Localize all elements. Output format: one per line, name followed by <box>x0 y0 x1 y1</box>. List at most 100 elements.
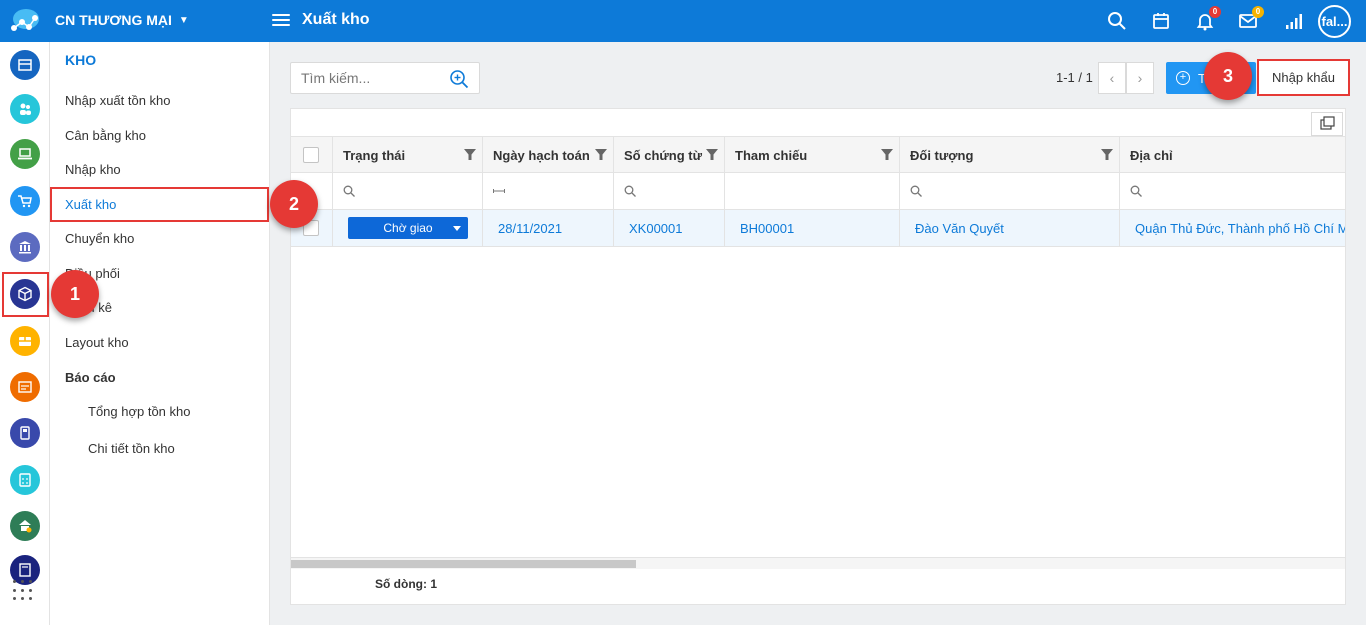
search-icon <box>624 185 636 197</box>
asset-icon[interactable] <box>10 511 40 541</box>
column-title: Trạng thái <box>343 147 406 163</box>
mail-badge: 0 <box>1252 6 1264 18</box>
select-all-checkbox[interactable] <box>303 147 319 163</box>
cell-trang-thai: Chờ giao <box>333 210 483 246</box>
search-box <box>290 62 480 94</box>
sidebar-item-nhap-xuat-ton-kho[interactable]: Nhập xuất tồn kho <box>65 93 171 108</box>
pager-info: 1-1 / 1 <box>1056 70 1093 85</box>
notification-badge: 0 <box>1209 6 1221 18</box>
filter-doi-tuong[interactable] <box>900 173 1120 209</box>
filter-funnel-icon[interactable] <box>1101 149 1113 161</box>
mail-button[interactable]: 0 <box>1238 6 1264 31</box>
menu-heading: KHO <box>65 52 97 68</box>
sidebar-item-chi-tiet-ton-kho[interactable]: Chi tiết tồn kho <box>88 441 175 456</box>
column-header-dia-chi[interactable]: Địa chỉ <box>1120 137 1345 173</box>
search-icon <box>343 185 355 197</box>
table-row[interactable]: Chờ giao 28/11/2021 XK00001 BH00001 Đào … <box>291 210 1345 247</box>
column-header-trang-thai[interactable]: Trạng thái <box>333 137 483 173</box>
grid-header-row: Trạng thái Ngày hạch toán Số chứng từ Th… <box>291 136 1345 173</box>
sidebar-item-layout-kho[interactable]: Layout kho <box>65 335 129 350</box>
filter-funnel-icon[interactable] <box>881 149 893 161</box>
chevron-down-icon: ▼ <box>178 14 189 26</box>
chevron-right-icon: › <box>1137 70 1143 86</box>
top-bar: CN THƯƠNG MẠI ▼ Xuất kho 0 0 fal... <box>0 0 1366 42</box>
payroll-icon[interactable] <box>10 418 40 448</box>
import-button[interactable]: Nhập khẩu <box>1257 59 1350 96</box>
column-title: Đối tượng <box>910 147 974 163</box>
sidebar-section-bao-cao: Báo cáo <box>65 370 116 385</box>
column-settings-icon <box>1320 116 1335 130</box>
next-page-button[interactable]: › <box>1126 62 1154 94</box>
column-header-doi-tuong[interactable]: Đối tượng <box>900 137 1120 173</box>
apps-grid-icon[interactable] <box>13 580 35 602</box>
package-icon[interactable] <box>10 326 40 356</box>
cell-tham-chieu[interactable]: BH00001 <box>725 210 900 246</box>
filter-trang-thai[interactable] <box>333 173 483 209</box>
signal-icon[interactable] <box>1284 11 1304 31</box>
sidebar-item-xuat-kho[interactable]: Xuất kho <box>65 197 116 212</box>
filter-tham-chieu[interactable] <box>725 173 900 209</box>
status-label: Chờ giao <box>383 221 433 235</box>
date-range-icon <box>493 189 505 193</box>
data-grid: Trạng thái Ngày hạch toán Số chứng từ Th… <box>290 108 1346 605</box>
prev-page-button[interactable]: ‹ <box>1098 62 1126 94</box>
customers-icon[interactable] <box>10 94 40 124</box>
cell-ngay-hach-toan[interactable]: 28/11/2021 <box>483 210 614 246</box>
sidebar-item-nhap-kho[interactable]: Nhập kho <box>65 162 121 177</box>
filter-funnel-icon[interactable] <box>464 149 476 161</box>
menu-toggle-icon[interactable] <box>272 11 290 29</box>
row-count: Số dòng: 1 <box>375 577 437 591</box>
search-input[interactable] <box>291 63 441 93</box>
caret-down-icon <box>453 226 461 231</box>
branch-selector[interactable]: CN THƯƠNG MẠI ▼ <box>55 12 189 28</box>
filter-funnel-icon[interactable] <box>595 149 607 161</box>
column-header-ngay-hach-toan[interactable]: Ngày hạch toán <box>483 137 614 173</box>
column-chooser-button[interactable] <box>1311 112 1343 136</box>
search-icon <box>1130 185 1142 197</box>
column-header-so-chung-tu[interactable]: Số chứng từ <box>614 137 725 173</box>
notification-bell[interactable]: 0 <box>1195 6 1221 31</box>
sidebar-menu: KHO Nhập xuất tồn kho Cân bằng kho Nhập … <box>50 42 270 625</box>
column-title: Địa chỉ <box>1130 147 1173 163</box>
column-header-tham-chieu[interactable]: Tham chiếu <box>725 137 900 173</box>
filter-dia-chi[interactable] <box>1120 173 1345 209</box>
calendar-icon[interactable] <box>1151 11 1171 31</box>
bank-icon[interactable] <box>10 232 40 262</box>
invoice-icon[interactable] <box>10 372 40 402</box>
sidebar-item-tong-hop-ton-kho[interactable]: Tổng hợp tồn kho <box>88 404 190 419</box>
laptop-icon[interactable] <box>10 139 40 169</box>
grid-filter-row <box>291 173 1345 210</box>
filter-so-chung-tu[interactable] <box>614 173 725 209</box>
zoom-search-icon[interactable] <box>449 69 469 89</box>
filter-funnel-icon[interactable] <box>706 149 718 161</box>
step-callout-2: 2 <box>270 180 318 228</box>
rail-highlight-box <box>2 272 49 317</box>
step-callout-3: 3 <box>1204 52 1252 100</box>
column-title: Số chứng từ <box>624 147 703 163</box>
app-logo-icon[interactable] <box>6 6 42 36</box>
column-title: Ngày hạch toán <box>493 147 590 163</box>
column-title: Tham chiếu <box>735 147 808 163</box>
module-rail <box>0 42 50 625</box>
chevron-left-icon: ‹ <box>1109 70 1115 86</box>
cell-doi-tuong[interactable]: Đào Văn Quyết <box>900 210 1120 246</box>
cart-icon[interactable] <box>10 186 40 216</box>
store-icon[interactable] <box>10 50 40 80</box>
status-dropdown[interactable]: Chờ giao <box>348 217 468 239</box>
select-all-cell <box>291 137 333 173</box>
search-icon[interactable] <box>1107 11 1127 31</box>
cell-dia-chi[interactable]: Quận Thủ Đức, Thành phố Hồ Chí Minh <box>1120 210 1345 246</box>
calculator-icon[interactable] <box>10 465 40 495</box>
sidebar-item-can-bang-kho[interactable]: Cân bằng kho <box>65 128 146 143</box>
plus-circle-icon: + <box>1176 71 1190 85</box>
scrollbar-thumb[interactable] <box>291 560 636 568</box>
step-callout-1: 1 <box>51 270 99 318</box>
horizontal-scrollbar[interactable] <box>291 557 1345 569</box>
sidebar-item-chuyen-kho[interactable]: Chuyển kho <box>65 231 134 246</box>
page-title: Xuất kho <box>302 11 370 28</box>
filter-ngay-hach-toan[interactable] <box>483 173 614 209</box>
user-avatar[interactable]: fal... <box>1318 5 1351 38</box>
search-icon <box>910 185 922 197</box>
cell-so-chung-tu[interactable]: XK00001 <box>614 210 725 246</box>
branch-name: CN THƯƠNG MẠI <box>55 12 172 28</box>
